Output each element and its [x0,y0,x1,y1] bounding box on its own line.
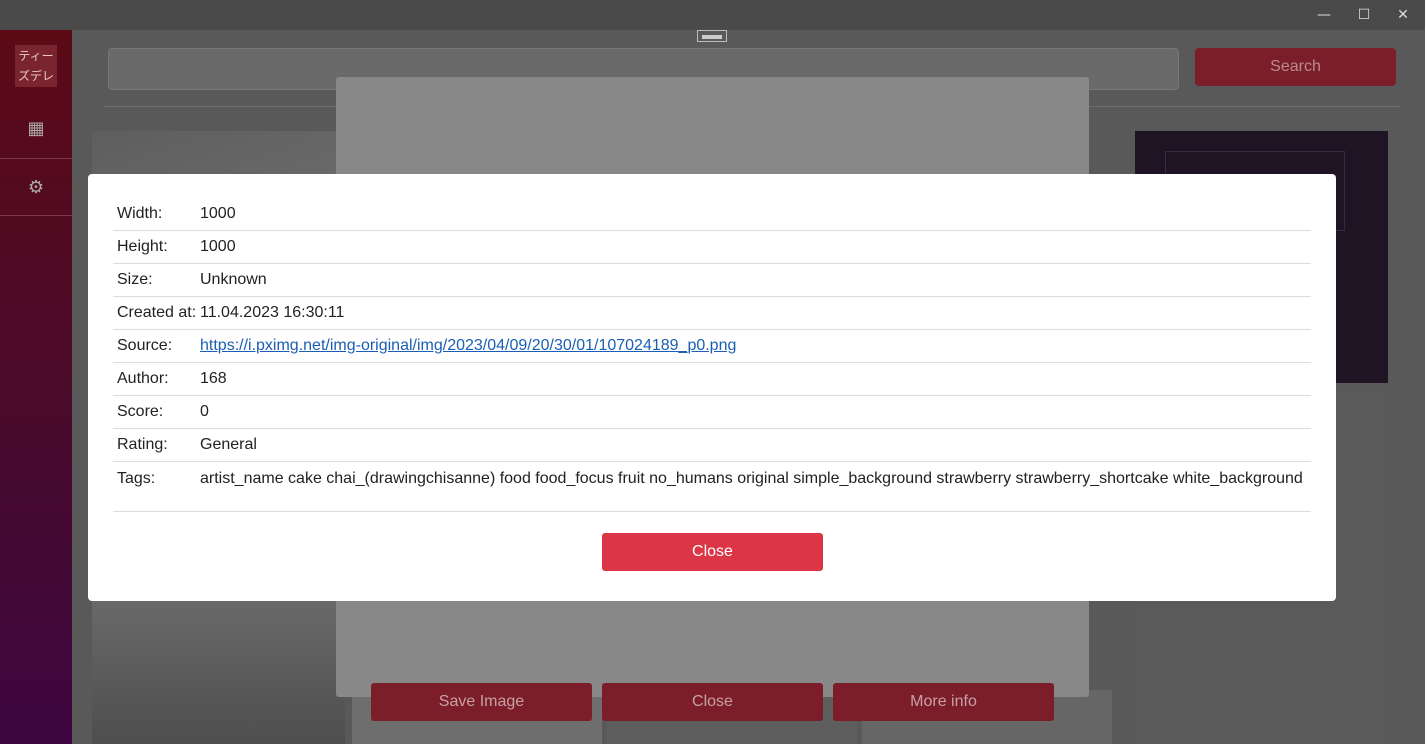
image-info-modal: Width: 1000 Height: 1000 Size: Unknown C… [88,174,1336,601]
viewer-close-button[interactable]: Close [602,683,823,721]
info-label: Width: [117,205,163,222]
info-label: Tags: [117,469,156,487]
info-value: General [200,436,257,453]
info-label: Score: [117,403,164,420]
info-label: Rating: [117,436,168,453]
info-value: 0 [200,403,209,420]
modal-close-button[interactable]: Close [602,533,823,571]
more-info-button[interactable]: More info [833,683,1054,721]
info-table: Width: 1000 Height: 1000 Size: Unknown C… [113,198,1311,495]
gear-icon[interactable]: ⚙ [0,158,72,216]
grid-icon[interactable]: ▦ [0,100,72,156]
info-label: Source: [117,337,173,354]
info-label: Created at: [117,304,197,321]
close-window-icon[interactable]: ✕ [1380,0,1425,30]
sidebar: ティーズデレ ▦ ⚙ [0,30,72,744]
info-value: 1000 [200,238,236,255]
info-value: Unknown [200,271,267,288]
drag-handle-icon[interactable] [697,30,727,42]
info-row-tags: Tags: artist_name cake chai_(drawingchis… [113,462,1311,495]
info-label: Author: [117,370,169,387]
save-image-button[interactable]: Save Image [371,683,592,721]
info-value: 1000 [200,205,236,222]
info-row-size: Size: Unknown [113,264,1311,297]
info-value: artist_name cake chai_(drawingchisanne) … [200,469,1303,487]
source-link[interactable]: https://i.pximg.net/img-original/img/202… [200,337,736,354]
gallery-thumbnail[interactable] [92,590,345,744]
modal-divider [113,511,1311,512]
window-title-bar: — ☐ ✕ [0,0,1425,30]
search-button[interactable]: Search [1195,48,1396,86]
info-row-width: Width: 1000 [113,198,1311,231]
app-logo[interactable]: ティーズデレ [15,45,57,87]
info-row-score: Score: 0 [113,396,1311,429]
info-value: 168 [200,370,227,387]
info-row-created-at: Created at: 11.04.2023 16:30:11 [113,297,1311,330]
info-row-rating: Rating: General [113,429,1311,462]
info-row-author: Author: 168 [113,363,1311,396]
info-label: Size: [117,271,153,288]
info-row-height: Height: 1000 [113,231,1311,264]
info-label: Height: [117,238,168,255]
info-row-source: Source: https://i.pximg.net/img-original… [113,330,1311,363]
info-value: 11.04.2023 16:30:11 [200,304,345,321]
